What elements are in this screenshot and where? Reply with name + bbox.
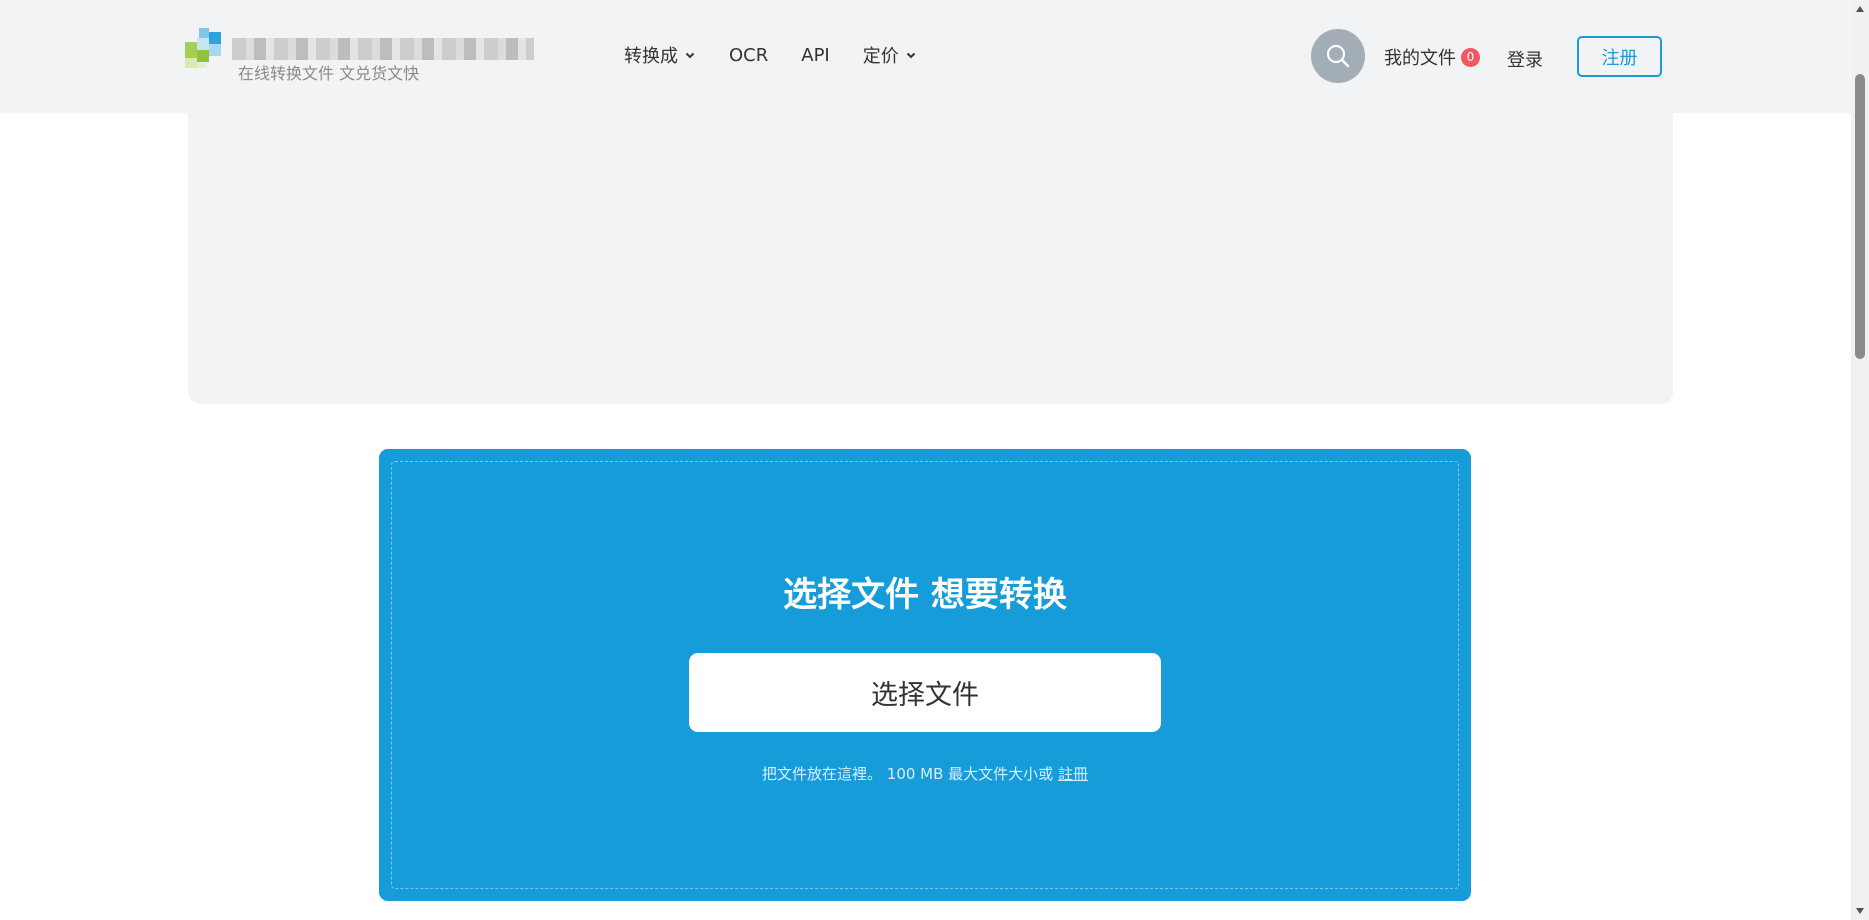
nav-api-label: API	[801, 44, 830, 66]
upload-note-text: 把文件放在這裡。 100 MB 最大文件大小或	[762, 765, 1054, 783]
my-files-label: 我的文件	[1384, 48, 1456, 69]
scrollbar-thumb[interactable]	[1855, 74, 1865, 359]
nav-api[interactable]: API	[801, 45, 829, 66]
login-link[interactable]: 登录	[1507, 46, 1543, 72]
my-files-link[interactable]: 我的文件 0	[1384, 44, 1480, 70]
scroll-up-arrow-icon[interactable]	[1851, 0, 1869, 18]
upload-dropzone[interactable]: 选择文件 想要转换 选择文件 把文件放在這裡。 100 MB 最大文件大小或 註…	[379, 449, 1471, 901]
my-files-count-badge: 0	[1461, 47, 1480, 67]
logo-icon[interactable]	[185, 28, 231, 68]
nav-pricing[interactable]: 定价	[863, 42, 917, 68]
register-button[interactable]: 注册	[1577, 36, 1662, 77]
logo-tagline: 在线转换文件 文兑货文快	[238, 64, 420, 83]
upload-register-link[interactable]: 註冊	[1058, 765, 1088, 783]
scroll-down-arrow-icon[interactable]	[1851, 902, 1869, 920]
site-header: 在线转换文件 文兑货文快 转换成 OCR API 定价 我的文件 0 登录 注册	[0, 0, 1851, 113]
nav-convert-to[interactable]: 转换成	[624, 42, 696, 68]
main-nav: 转换成 OCR API 定价	[624, 42, 950, 68]
chevron-down-icon	[685, 52, 695, 59]
nav-ocr[interactable]: OCR	[729, 45, 768, 66]
logo-wordmark[interactable]	[232, 38, 534, 60]
nav-convert-to-label: 转换成	[624, 46, 678, 67]
page: 在线转换文件 文兑货文快 转换成 OCR API 定价 我的文件 0 登录 注册…	[0, 0, 1869, 920]
upload-title: 选择文件 想要转换	[783, 575, 1067, 615]
nav-ocr-label: OCR	[729, 44, 769, 66]
nav-pricing-label: 定价	[862, 46, 899, 67]
ad-placeholder	[188, 113, 1673, 404]
upload-note: 把文件放在這裡。 100 MB 最大文件大小或 註冊	[379, 763, 1471, 784]
search-button[interactable]	[1311, 29, 1365, 83]
choose-file-button[interactable]: 选择文件	[689, 653, 1161, 732]
vertical-scrollbar[interactable]	[1851, 0, 1869, 920]
chevron-down-icon	[906, 52, 915, 59]
search-icon	[1326, 44, 1350, 68]
